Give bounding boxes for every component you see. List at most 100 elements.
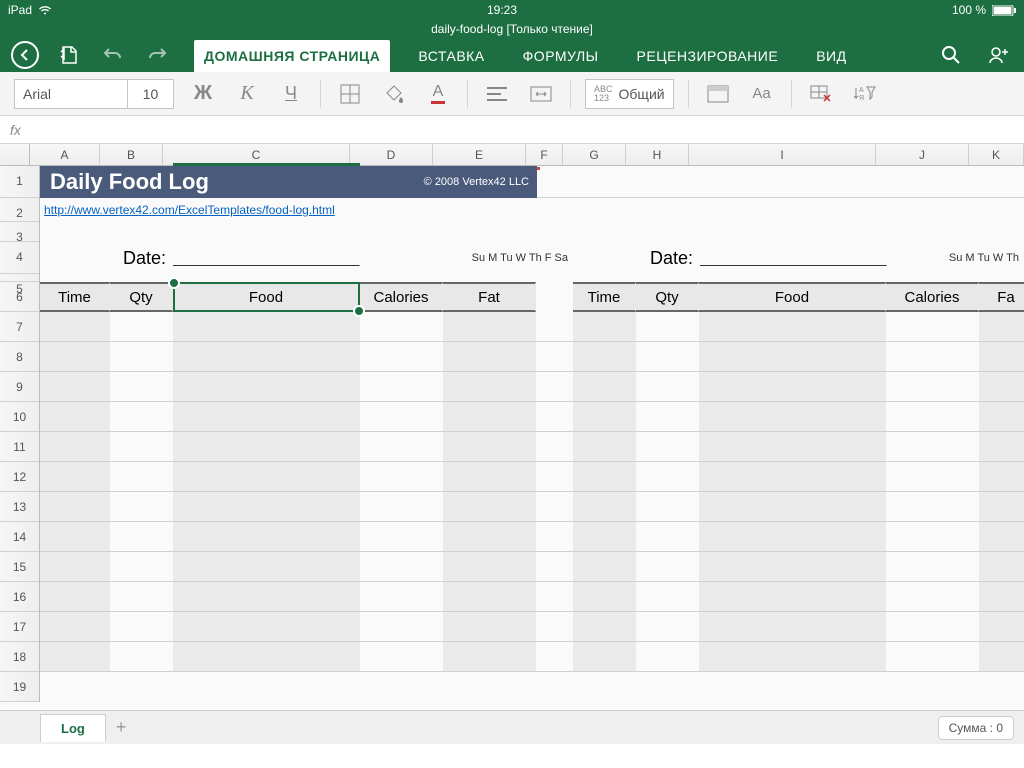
cell[interactable]	[443, 402, 536, 431]
cell[interactable]	[536, 492, 573, 521]
align-button[interactable]	[482, 79, 512, 109]
cell[interactable]	[573, 312, 636, 341]
cell[interactable]	[110, 402, 173, 431]
add-sheet-button[interactable]: +	[116, 717, 127, 738]
cell[interactable]	[573, 612, 636, 641]
cell[interactable]	[536, 582, 573, 611]
col-header-e[interactable]: E	[433, 144, 526, 165]
cell[interactable]	[536, 372, 573, 401]
col-header-g[interactable]: G	[563, 144, 626, 165]
cell[interactable]	[360, 432, 443, 461]
search-button[interactable]	[936, 40, 966, 70]
cell[interactable]	[360, 372, 443, 401]
cell[interactable]	[699, 432, 886, 461]
cell[interactable]	[40, 342, 110, 371]
share-button[interactable]	[984, 40, 1014, 70]
cell[interactable]	[573, 642, 636, 671]
cell[interactable]	[110, 372, 173, 401]
cell[interactable]	[573, 462, 636, 491]
cell[interactable]	[110, 492, 173, 521]
cell[interactable]	[173, 372, 360, 401]
cell[interactable]	[110, 552, 173, 581]
cell[interactable]	[360, 492, 443, 521]
cell[interactable]	[110, 462, 173, 491]
hdr-cal-1[interactable]: Calories	[360, 282, 443, 312]
cell[interactable]	[636, 522, 699, 551]
cell[interactable]	[40, 612, 110, 641]
cell[interactable]	[636, 432, 699, 461]
col-header-k[interactable]: K	[969, 144, 1024, 165]
row-header-19[interactable]: 19	[0, 672, 39, 702]
cell[interactable]	[979, 312, 1024, 341]
hdr-time-1[interactable]: Time	[40, 282, 110, 312]
cell[interactable]	[173, 522, 360, 551]
cell[interactable]	[636, 582, 699, 611]
days-1[interactable]: Su M Tu W Th F Sa	[403, 242, 573, 274]
cell[interactable]	[110, 642, 173, 671]
cell[interactable]	[979, 612, 1024, 641]
cell[interactable]	[536, 552, 573, 581]
cell[interactable]	[536, 612, 573, 641]
cell[interactable]	[360, 612, 443, 641]
row-header-17[interactable]: 17	[0, 612, 39, 642]
hdr-cal-2[interactable]: Calories	[886, 282, 979, 312]
cell[interactable]	[699, 372, 886, 401]
cell[interactable]	[40, 552, 110, 581]
cell[interactable]	[360, 582, 443, 611]
font-selector[interactable]: Arial 10	[14, 79, 174, 109]
cell[interactable]	[636, 462, 699, 491]
grid[interactable]: Daily Food Log © 2008 Vertex42 LLC http:…	[40, 166, 1024, 702]
hdr-qty-2[interactable]: Qty	[636, 282, 699, 312]
cell[interactable]	[443, 432, 536, 461]
cell[interactable]	[443, 642, 536, 671]
cell[interactable]	[886, 642, 979, 671]
merge-button[interactable]	[526, 79, 556, 109]
hdr-food-1[interactable]: Food	[173, 282, 360, 312]
cell[interactable]	[636, 372, 699, 401]
cell[interactable]	[360, 522, 443, 551]
cell[interactable]	[886, 372, 979, 401]
cell[interactable]	[173, 552, 360, 581]
cell[interactable]	[979, 462, 1024, 491]
cell[interactable]	[886, 552, 979, 581]
cell[interactable]	[360, 402, 443, 431]
row-header-16[interactable]: 16	[0, 582, 39, 612]
sum-display[interactable]: Сумма : 0	[938, 716, 1014, 740]
cell[interactable]	[443, 462, 536, 491]
cell[interactable]	[979, 642, 1024, 671]
cell[interactable]	[573, 522, 636, 551]
row-header-15[interactable]: 15	[0, 552, 39, 582]
cell[interactable]	[173, 462, 360, 491]
cell[interactable]	[979, 372, 1024, 401]
cell[interactable]	[699, 342, 886, 371]
cell[interactable]	[699, 552, 886, 581]
cell[interactable]	[699, 582, 886, 611]
hdr-fat-2[interactable]: Fa	[979, 282, 1024, 312]
row-header-3[interactable]: 3	[0, 222, 39, 242]
borders-button[interactable]	[335, 79, 365, 109]
cell[interactable]	[886, 402, 979, 431]
cell[interactable]	[886, 612, 979, 641]
date-field-1[interactable]	[173, 242, 360, 266]
col-header-f[interactable]: F	[526, 144, 563, 165]
cell[interactable]	[360, 642, 443, 671]
file-button[interactable]	[54, 40, 84, 70]
row-header-2[interactable]: 2	[0, 198, 39, 222]
cell[interactable]	[573, 492, 636, 521]
cell[interactable]	[573, 372, 636, 401]
cell[interactable]	[573, 402, 636, 431]
cell[interactable]	[536, 462, 573, 491]
hdr-qty-1[interactable]: Qty	[110, 282, 173, 312]
cell[interactable]	[573, 432, 636, 461]
cell[interactable]	[40, 582, 110, 611]
cell[interactable]	[360, 342, 443, 371]
cell[interactable]	[40, 402, 110, 431]
bold-button[interactable]: Ж	[188, 79, 218, 109]
row-header-10[interactable]: 10	[0, 402, 39, 432]
undo-button[interactable]	[98, 40, 128, 70]
cell[interactable]	[886, 312, 979, 341]
col-header-c[interactable]: C	[163, 144, 350, 165]
cell[interactable]	[173, 612, 360, 641]
cell[interactable]	[979, 492, 1024, 521]
cell[interactable]	[360, 552, 443, 581]
